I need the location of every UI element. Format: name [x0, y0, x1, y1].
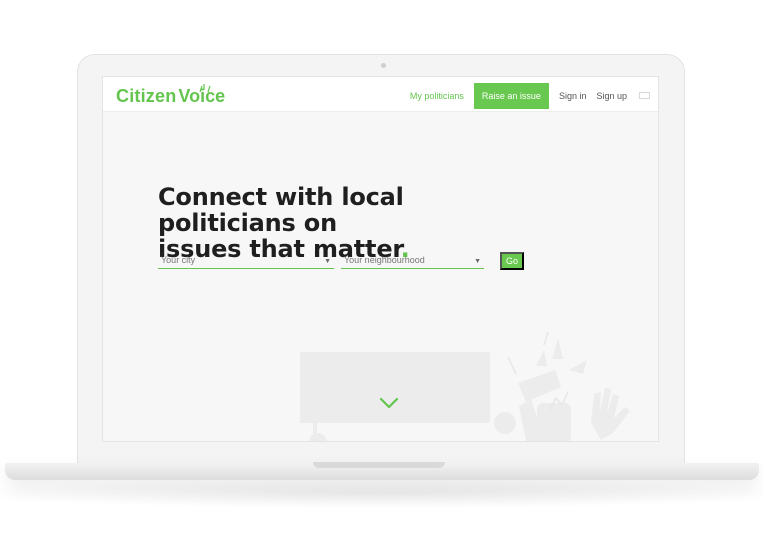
uk-flag-icon[interactable]: [639, 92, 650, 99]
logo-suffix-mark: Voice: [178, 84, 225, 109]
protester-body: [537, 403, 571, 441]
neighbourhood-select[interactable]: Your neighbourhood ▼: [341, 252, 484, 269]
camera-dot: [381, 63, 386, 68]
main-nav: My politicians Raise an issue Sign in Si…: [410, 82, 650, 109]
laptop-base-cutout: [313, 462, 445, 468]
sound-line-top: [543, 331, 549, 346]
raised-hand: [591, 388, 630, 440]
chevron-down-icon[interactable]: [379, 397, 399, 409]
browser-screen: Citizen Voice My politicians Raise an is…: [102, 76, 659, 442]
megaphone-burst-icon: [199, 84, 211, 93]
protest-illustration: [300, 331, 630, 441]
hero-headline: Connect with local politicians on issues…: [158, 184, 548, 262]
sign-up-link[interactable]: Sign up: [596, 91, 627, 101]
hero-section: Connect with local politicians on issues…: [103, 112, 658, 441]
protest-sign-board: [300, 352, 490, 423]
city-select-value: Your city: [161, 255, 196, 265]
city-select[interactable]: Your city ▼: [158, 252, 334, 269]
headline-line-1: Connect with local politicians on: [158, 183, 404, 237]
neighbourhood-select-value: Your neighbourhood: [344, 255, 425, 265]
sound-burst-left: [536, 350, 547, 366]
nav-my-politicians[interactable]: My politicians: [410, 91, 464, 101]
logo-prefix: Citizen: [116, 86, 177, 106]
top-navigation-bar: Citizen Voice My politicians Raise an is…: [103, 77, 658, 112]
citizenvoice-logo[interactable]: Citizen Voice: [116, 84, 225, 109]
megaphone-body: [518, 370, 561, 402]
protest-middle-head: [494, 412, 516, 434]
chevron-down-icon: ▼: [324, 257, 331, 265]
raise-issue-button[interactable]: Raise an issue: [473, 82, 549, 109]
chevron-down-icon: ▼: [474, 257, 481, 265]
protest-left-head: [309, 433, 327, 441]
sign-in-link[interactable]: Sign in: [559, 91, 587, 101]
sound-line-left: [507, 356, 517, 375]
sound-burst-center: [552, 338, 563, 359]
go-button[interactable]: Go: [500, 252, 524, 270]
sound-burst-right: [569, 360, 587, 374]
laptop-base-shadow: [0, 478, 763, 508]
